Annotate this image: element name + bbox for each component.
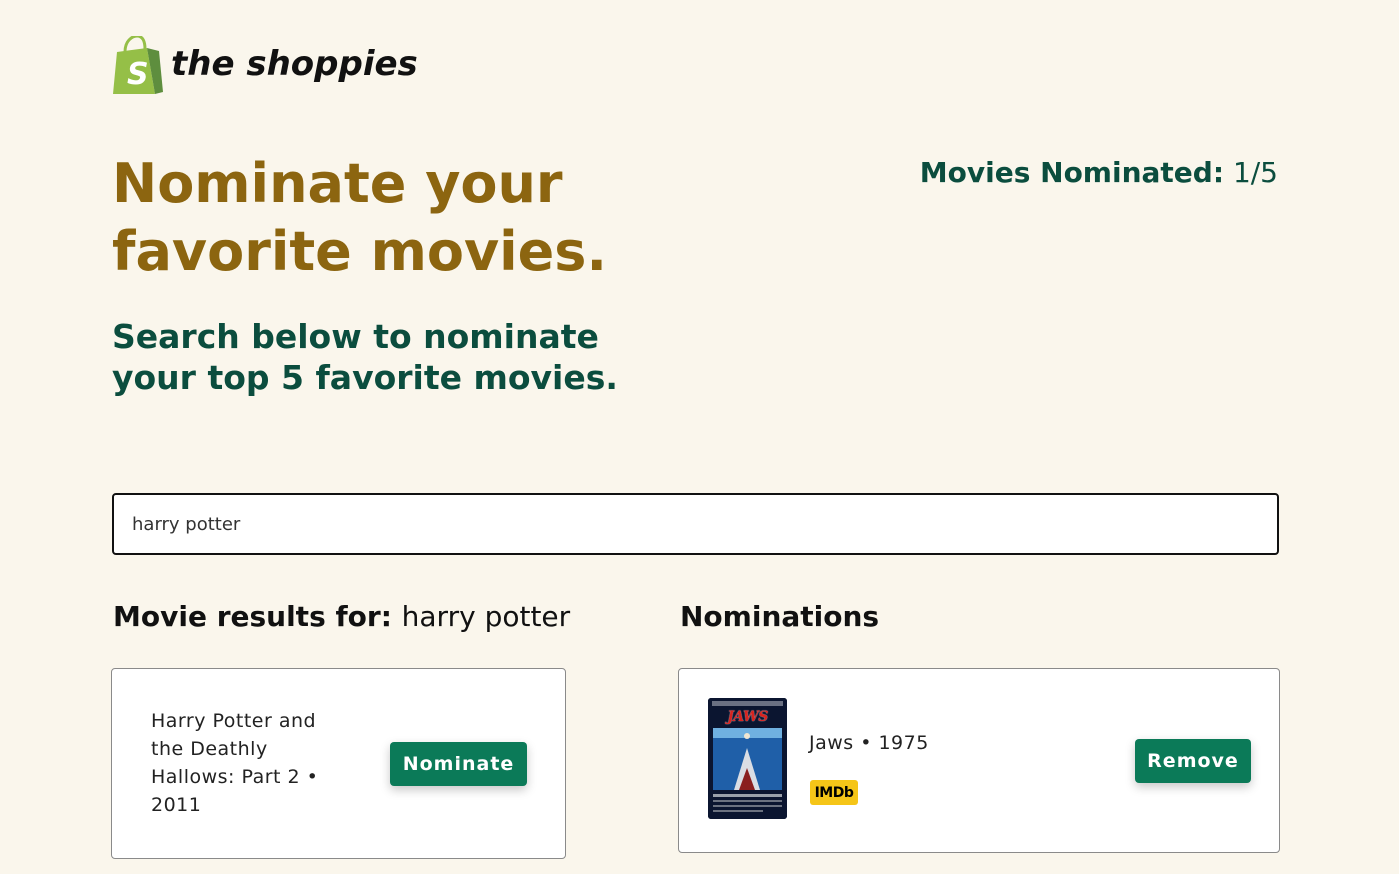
nominate-button[interactable]: Nominate bbox=[390, 742, 527, 786]
counter-label: Movies Nominated: bbox=[919, 156, 1225, 189]
results-heading-label: Movie results for: bbox=[113, 600, 392, 633]
movie-result-card: Harry Potter and the Deathly Hallows: Pa… bbox=[111, 668, 566, 859]
movie-result-title: Harry Potter and the Deathly Hallows: Pa… bbox=[151, 710, 319, 816]
imdb-link[interactable]: IMDb bbox=[810, 780, 858, 805]
movie-poster: JAWS bbox=[708, 698, 787, 819]
search-input[interactable] bbox=[114, 495, 1277, 553]
nominations-heading: Nominations bbox=[680, 600, 880, 633]
shopify-bag-icon: S bbox=[113, 36, 163, 94]
results-heading-query: harry potter bbox=[401, 600, 571, 633]
search-box bbox=[112, 493, 1279, 555]
results-heading: Movie results for: harry potter bbox=[113, 600, 570, 633]
poster-title: JAWS bbox=[727, 709, 768, 725]
remove-button[interactable]: Remove bbox=[1135, 739, 1251, 783]
page-title: Nominate your favorite movies. bbox=[112, 152, 607, 283]
page-subtitle: Search below to nominate your top 5 favo… bbox=[112, 317, 618, 397]
bag-letter: S bbox=[127, 57, 149, 92]
nomination-counter: Movies Nominated: 1/5 bbox=[920, 156, 1278, 189]
nomination-card: JAWS Jaws • 1975 IMDb Remove bbox=[678, 668, 1280, 853]
nomination-title: Jaws • 1975 bbox=[809, 732, 929, 754]
counter-value: 1/5 bbox=[1232, 156, 1278, 189]
brand-logo[interactable]: S the shoppies bbox=[111, 36, 418, 96]
brand-name: the shoppies bbox=[171, 44, 418, 84]
